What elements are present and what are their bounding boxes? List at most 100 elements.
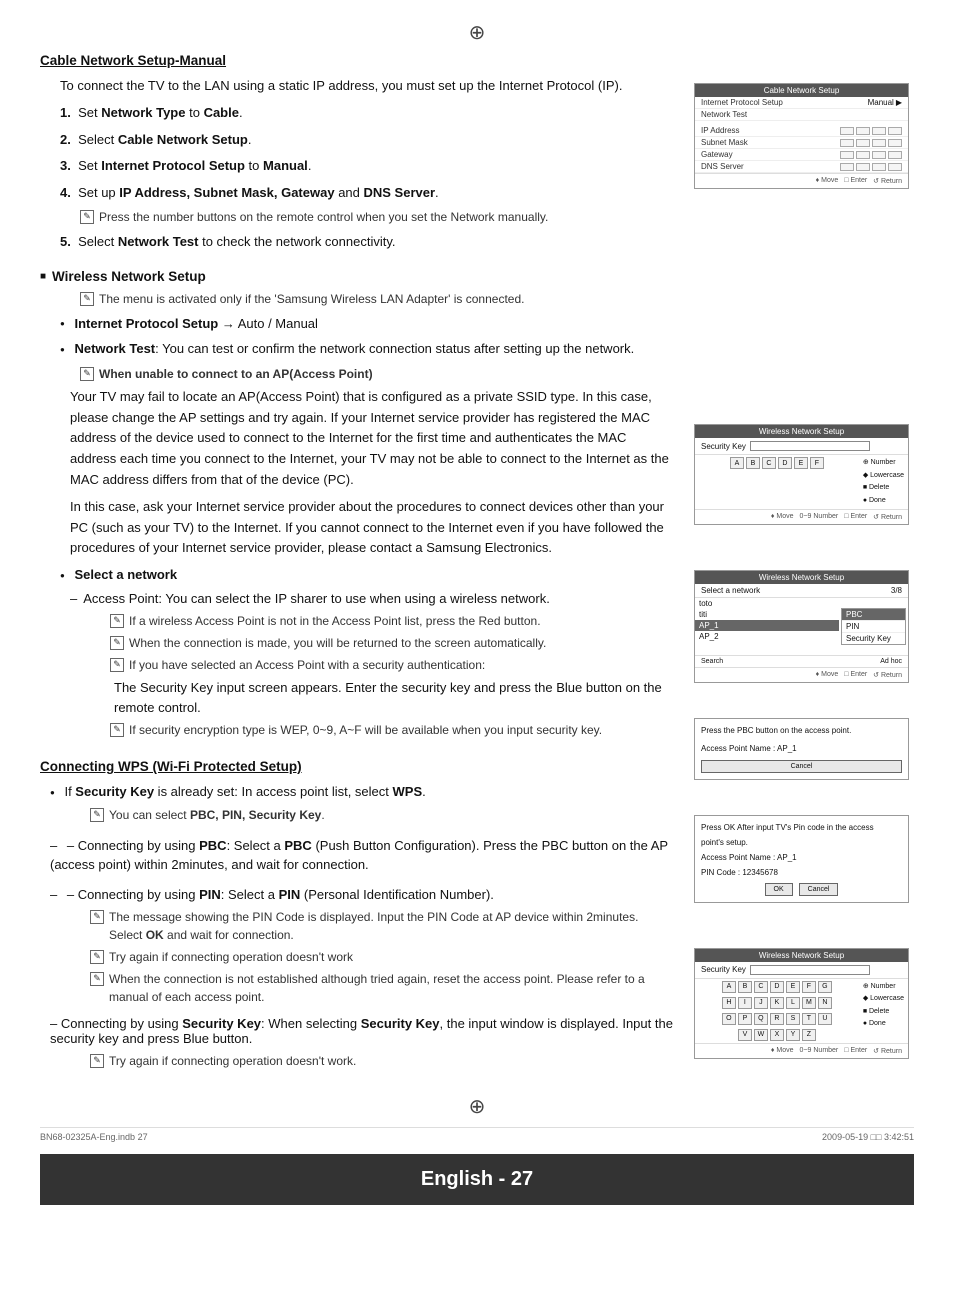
cable-footer-return: ↺ Return <box>873 177 902 185</box>
key2-N: N <box>818 997 832 1009</box>
key2-X: X <box>770 1029 784 1041</box>
keys2-row3: O P Q R S T U <box>695 1011 859 1027</box>
right-column: Cable Network Setup Internet Protocol Se… <box>694 53 914 1074</box>
cable-protocol-value: Manual ▶ <box>868 98 902 107</box>
step-1-num: 1. <box>60 105 71 120</box>
key-delete-label: ■ Delete <box>863 482 904 495</box>
wireless-note2-text: When unable to connect to an AP(Access P… <box>99 365 373 383</box>
keys2-row1: A B C D E F G <box>695 979 859 995</box>
wireless-screen-header: Wireless Network Setup <box>695 425 908 438</box>
network-list-header: Wireless Network Setup <box>695 571 908 584</box>
key2-W: W <box>754 1029 768 1041</box>
wireless-note1: ✎ The menu is activated only if the 'Sam… <box>60 290 674 308</box>
wireless-para2: In this case, ask your Internet service … <box>40 497 674 559</box>
cable-subnet-label: Subnet Mask <box>701 138 748 147</box>
cable-intro: To connect the TV to the LAN using a sta… <box>40 76 674 253</box>
ws2-footer-move: ♦ Move <box>771 1047 794 1055</box>
pbc-line1: Press the PBC button on the access point… <box>701 725 902 736</box>
key2-S: S <box>786 1013 800 1025</box>
footer-english-text: English - 27 <box>421 1168 533 1190</box>
cable-ip-row: IP Address <box>695 125 908 137</box>
key2-done-label: ● Done <box>863 1018 904 1031</box>
keys2-row4: V W X Y Z <box>695 1027 859 1043</box>
network-list-items: toto titi AP_1 AP_2 <box>695 598 839 655</box>
menu-pbc: PBC <box>842 609 905 621</box>
select-network-list: Select a network Access Point: You can s… <box>40 565 674 739</box>
metadata-left: BN68-02325A-Eng.indb 27 <box>40 1132 148 1142</box>
network-search-btn[interactable]: Search <box>701 658 723 665</box>
ap-note-a-text: If a wireless Access Point is not in the… <box>129 612 541 630</box>
wireless-heading-row: ■ Wireless Network Setup <box>40 269 674 284</box>
cable-protocol-label: Internet Protocol Setup <box>701 98 783 107</box>
ws2-footer-number: 0~9 Number <box>800 1047 839 1055</box>
network-list-page: 3/8 <box>891 586 902 595</box>
note-icon-d: ✎ <box>110 723 124 737</box>
key2-lowercase-label: ◆ Lowercase <box>863 993 904 1006</box>
keys-right: ⊕ Number ◆ Lowercase ■ Delete ● Done <box>859 455 908 509</box>
key2-U: U <box>818 1013 832 1025</box>
step-2-num: 2. <box>60 132 71 147</box>
step-2: 2. Select Cable Network Setup. <box>60 130 674 151</box>
ap-note-b-text: When the connection is made, you will be… <box>129 634 546 652</box>
pin-sublist: – Connecting by using PIN: Select a PIN … <box>50 885 674 1007</box>
bottom-compass-icon: ⊕ <box>469 1094 486 1119</box>
ws2-footer-return: ↺ Return <box>873 1047 902 1055</box>
page-container: ⊕ Cable Network Setup-Manual To connect … <box>0 0 954 1315</box>
key2-R: R <box>770 1013 784 1025</box>
step-4-note: ✎ Press the number buttons on the remote… <box>80 208 674 226</box>
cable-ip-label: IP Address <box>701 126 740 135</box>
ws2-footer-enter: □ Enter <box>844 1047 867 1055</box>
step-3-num: 3. <box>60 158 71 173</box>
nl-footer-move: ♦ Move <box>816 671 839 679</box>
note-icon-wps1: ✎ <box>90 808 104 822</box>
pin-note-b-text: Try again if connecting operation doesn'… <box>109 948 353 966</box>
key-F: F <box>810 457 824 469</box>
cable-network-test-row: Network Test <box>695 109 908 121</box>
pbc-cancel-btn[interactable]: Cancel <box>701 760 902 773</box>
cable-screen-header: Cable Network Setup <box>695 84 908 97</box>
network-adhoc-btn[interactable]: Ad hoc <box>880 658 902 665</box>
wireless-note2: ✎ When unable to connect to an AP(Access… <box>60 365 674 383</box>
key2-M: M <box>802 997 816 1009</box>
key2-A: A <box>722 981 736 993</box>
keys-left: A B C D E F <box>695 455 859 509</box>
key-lowercase-label: ◆ Lowercase <box>863 470 904 483</box>
ws-footer-number: 0~9 Number <box>800 513 839 521</box>
note-icon-w1: ✎ <box>80 292 94 306</box>
wireless-sq-bullet: ■ <box>40 271 46 282</box>
note-icon-b: ✎ <box>110 636 124 650</box>
pin-cancel-btn[interactable]: Cancel <box>799 883 839 896</box>
pin-buttons: OK Cancel <box>701 883 902 896</box>
pin-screen: Press OK After input TV's Pin code in th… <box>694 815 909 903</box>
top-compass-wrap: ⊕ <box>40 20 914 45</box>
key2-number-label: ⊕ Number <box>863 981 904 994</box>
cable-dns-value <box>840 163 902 171</box>
key2-E: E <box>786 981 800 993</box>
security-key-input-box <box>750 441 870 451</box>
key-E: E <box>794 457 808 469</box>
menu-pin: PIN <box>842 621 905 633</box>
pin-note-c-text: When the connection is not established a… <box>109 970 674 1006</box>
pin-note-b: ✎ Try again if connecting operation does… <box>70 948 674 966</box>
ws-footer-enter: □ Enter <box>844 513 867 521</box>
key-B: B <box>746 457 760 469</box>
step-5: 5. Select Network Test to check the netw… <box>60 232 674 253</box>
pbc-sublist: – Connecting by using PBC: Select a PBC … <box>50 836 674 875</box>
pin-ok-btn[interactable]: OK <box>765 883 793 896</box>
key2-Z: Z <box>802 1029 816 1041</box>
network-list-subtitle: Select a network <box>701 586 760 595</box>
note-icon-c: ✎ <box>110 658 124 672</box>
wireless-screen2-header: Wireless Network Setup <box>695 949 908 962</box>
security-key-input-box-2 <box>750 965 870 975</box>
select-network-item: Select a network Access Point: You can s… <box>60 565 674 739</box>
key2-V: V <box>738 1029 752 1041</box>
pin-note-c: ✎ When the connection is not established… <box>70 970 674 1006</box>
seckey-note: ✎ Try again if connecting operation does… <box>70 1052 674 1070</box>
key2-T: T <box>802 1013 816 1025</box>
keyboard-area: A B C D E F ⊕ Number ◆ Lowercase ■ Delet… <box>695 455 908 509</box>
security-key-label: Security Key <box>701 442 746 451</box>
ap-note-c-detail: The Security Key input screen appears. E… <box>90 678 674 717</box>
metadata-right: 2009-05-19 □□ 3:42:51 <box>822 1132 914 1142</box>
step-1: 1. Set Network Type to Cable. <box>60 103 674 124</box>
left-column: Cable Network Setup-Manual To connect th… <box>40 53 674 1074</box>
